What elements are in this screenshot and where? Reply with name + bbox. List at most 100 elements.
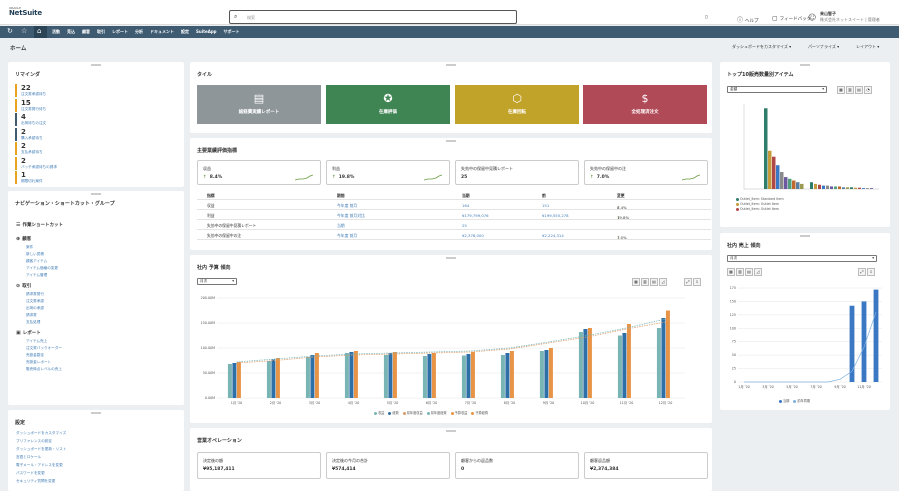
kpi-card[interactable]: 収益 ↑ 8.4%: [197, 160, 321, 185]
drag-handle[interactable]: [800, 64, 810, 66]
table-cell-cur[interactable]: ¥2,378,000: [462, 233, 484, 238]
column-chart-icon[interactable]: ▤: [650, 278, 658, 286]
drag-handle[interactable]: [91, 193, 101, 195]
navgroup-link[interactable]: 支払処理: [26, 320, 40, 325]
ops-card[interactable]: 決定後の額 ¥95,187,411: [197, 452, 321, 479]
help-link[interactable]: ⓘ ヘルプ: [737, 15, 759, 24]
fullscreen-icon[interactable]: ⤢: [858, 268, 866, 276]
nav-item[interactable]: 取引: [97, 29, 105, 35]
table-view-icon[interactable]: ▦: [837, 86, 845, 94]
drag-handle[interactable]: [446, 140, 456, 142]
reminder-label[interactable]: バッチ承認待ちの請求: [21, 165, 165, 170]
reminder-item[interactable]: 15 注文書発行待ち: [15, 98, 165, 112]
settings-link[interactable]: ダッシュボードをカスタマイズ: [16, 431, 66, 436]
kpi-card[interactable]: 失効中の保留中の注 ↑ 7.0%: [584, 160, 708, 185]
navgroup-section[interactable]: ▣ レポート: [16, 330, 41, 336]
table-view-icon[interactable]: ▦: [632, 278, 640, 286]
table-cell-prev[interactable]: ¥199,555,278: [542, 213, 569, 218]
layout-menu[interactable]: レイアウト ▾: [856, 44, 879, 50]
ops-card[interactable]: 顧客返品額 ¥2,374,384: [584, 452, 708, 479]
table-cell-period[interactable]: 今年度 前月: [337, 203, 357, 209]
reminder-item[interactable]: 1 期限切れ案件: [15, 171, 165, 184]
column-chart-icon[interactable]: ▤: [745, 268, 753, 276]
reminder-item[interactable]: 2 バッチ承認待ちの請求: [15, 156, 165, 170]
line-chart-icon[interactable]: ◿: [754, 268, 762, 276]
column-header[interactable]: 前: [542, 193, 546, 199]
global-search-input[interactable]: ⌕ 検索: [229, 10, 517, 24]
table-cell-prev[interactable]: ¥2,224,314: [542, 233, 564, 238]
reminder-label[interactable]: 注文書発行待ち: [21, 107, 165, 112]
customize-dashboard-menu[interactable]: ダッシュボードをカスタマイズ ▾: [732, 44, 791, 50]
user-avatar-icon[interactable]: ☺: [808, 13, 816, 22]
table-cell-cur[interactable]: 164: [462, 203, 469, 208]
navgroup-section[interactable]: ⊕ 顧客: [16, 236, 31, 242]
reminder-item[interactable]: 4 出荷待ちの注文: [15, 113, 165, 126]
drag-handle[interactable]: [446, 430, 456, 432]
nav-item[interactable]: 設定: [181, 29, 189, 35]
top-items-select[interactable]: 金額: [727, 86, 827, 93]
settings-link[interactable]: 言語とロケール: [16, 455, 41, 460]
navgroup-link[interactable]: 注文書承認: [26, 299, 44, 304]
navgroup-header[interactable]: ☰ 作業ショートカット: [16, 222, 63, 228]
recent-records-icon[interactable]: ▯: [705, 15, 707, 20]
user-menu[interactable]: 来山智子 株式会社ネットスイート | 管理者: [820, 11, 880, 23]
nav-item[interactable]: ドキュメント: [150, 29, 174, 35]
navgroup-link[interactable]: 売掛金レポート: [26, 360, 51, 365]
personalize-menu[interactable]: パーソナライズ ▾: [808, 44, 839, 50]
navgroup-link[interactable]: 売掛金勘定: [26, 353, 44, 358]
table-cell-period[interactable]: 当期: [337, 223, 345, 229]
drag-handle[interactable]: [446, 64, 456, 66]
table-cell-cur[interactable]: ¥179,799,076: [462, 213, 489, 218]
netsuite-logo[interactable]: ORACLE NetSuite: [9, 7, 42, 17]
tile-inventory-valuation[interactable]: ✪ 在庫評価: [326, 85, 450, 124]
line-chart-icon[interactable]: ◿: [659, 278, 667, 286]
navgroup-link[interactable]: アイテム売上: [26, 339, 47, 344]
navgroup-link[interactable]: 注文書バックオーダー: [26, 346, 62, 351]
reminder-label[interactable]: 注文書承認待ち: [21, 92, 165, 97]
column-header[interactable]: 期間: [337, 193, 345, 199]
drag-handle[interactable]: [800, 235, 810, 237]
refresh-icon[interactable]: ↻: [7, 27, 13, 35]
nav-item[interactable]: 分析: [135, 29, 143, 35]
column-header[interactable]: 変更: [617, 193, 625, 199]
kpi-card[interactable]: 失効中の保留中見積レポート 25: [455, 160, 579, 185]
column-header[interactable]: 当期: [462, 193, 470, 199]
navgroup-link[interactable]: アイテム価格の変更: [26, 266, 58, 271]
reminder-label[interactable]: 支払承認待ち: [21, 150, 165, 155]
feedback-link[interactable]: ▢ フィードバック: [772, 15, 811, 22]
settings-link[interactable]: ダッシュボードを更新・リスト: [16, 447, 66, 452]
reminder-item[interactable]: 2 支払承認待ち: [15, 142, 165, 155]
export-icon[interactable]: ⇩: [693, 278, 701, 286]
settings-link[interactable]: パスワードを変更: [16, 471, 45, 476]
nav-item[interactable]: サポート: [224, 29, 240, 35]
drag-handle[interactable]: [446, 257, 456, 259]
navgroup-section[interactable]: ⊙ 取引: [16, 283, 31, 289]
settings-link[interactable]: プリファレンスの設定: [16, 439, 52, 444]
ops-card[interactable]: 顧客からの返品数 0: [455, 452, 579, 479]
nav-item[interactable]: 顧客: [82, 29, 90, 35]
reminder-item[interactable]: 2 購入承認待ち: [15, 127, 165, 141]
tile-inventory-turnover[interactable]: ⬡ 在庫回転: [455, 85, 579, 124]
drag-handle[interactable]: [91, 64, 101, 66]
sales-trend-select[interactable]: 月次: [727, 255, 877, 262]
reminder-item[interactable]: 22 注文書承認待ち: [15, 84, 165, 97]
navgroup-link[interactable]: 新しい見積: [26, 252, 44, 257]
navgroup-link[interactable]: 顧客アイテム: [26, 259, 47, 264]
bar-chart-icon[interactable]: ▥: [641, 278, 649, 286]
navgroup-link[interactable]: 請求書発行: [26, 292, 44, 297]
reminder-label[interactable]: 購入承認待ち: [21, 136, 165, 141]
column-chart-icon[interactable]: ▤: [855, 86, 863, 94]
table-cell-prev[interactable]: 151: [542, 203, 549, 208]
tile-expense-report[interactable]: ▤ 総経費実績レポート: [197, 85, 321, 124]
settings-link[interactable]: セキュリティ質問を変更: [16, 479, 55, 484]
export-icon[interactable]: ⇩: [867, 268, 875, 276]
table-cell-period[interactable]: 今年度 前月: [337, 233, 357, 239]
nav-item[interactable]: レポート: [112, 29, 128, 35]
navgroup-link[interactable]: 案件: [26, 245, 33, 250]
navgroup-link[interactable]: 請求書: [26, 313, 37, 318]
drag-handle[interactable]: [91, 412, 101, 414]
home-tab[interactable]: ⌂: [34, 26, 47, 38]
column-header[interactable]: 指標: [207, 193, 215, 199]
settings-link[interactable]: 電子メール・アドレスを変更: [16, 463, 63, 468]
reminder-label[interactable]: 出荷待ちの注文: [21, 121, 165, 126]
